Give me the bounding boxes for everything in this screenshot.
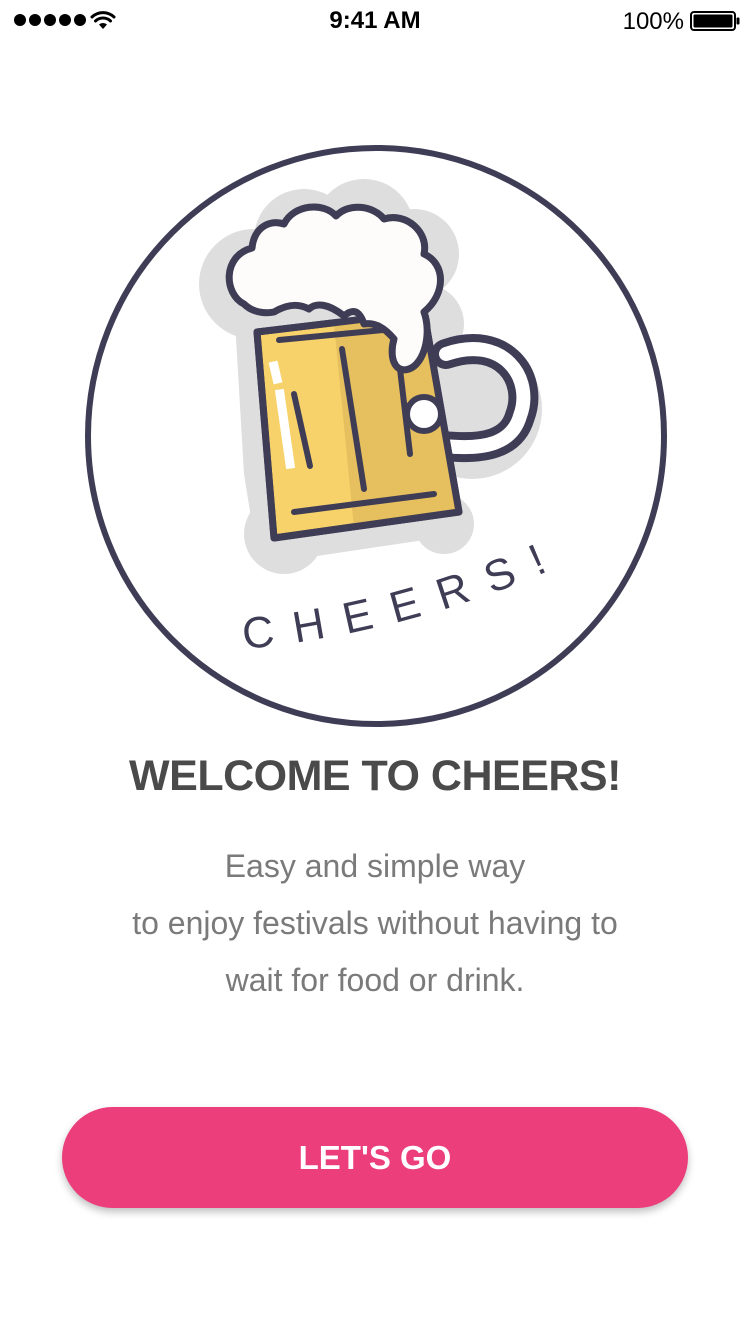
welcome-title: WELCOME TO CHEERS! [129,752,621,800]
subtitle-line: to enjoy festivals without having to [132,905,618,941]
battery-percentage: 100% [622,8,684,35]
cheers-logo-badge: CHEERS! [85,145,667,727]
lets-go-button[interactable]: LET'S GO [62,1107,688,1208]
subtitle-line: wait for food or drink. [225,962,525,998]
battery-icon [690,11,740,31]
subtitle-line: Easy and simple way [224,848,526,884]
status-bar: 9:41 AM 100% [0,0,750,40]
welcome-subtitle: Easy and simple way to enjoy festivals w… [0,838,750,1009]
